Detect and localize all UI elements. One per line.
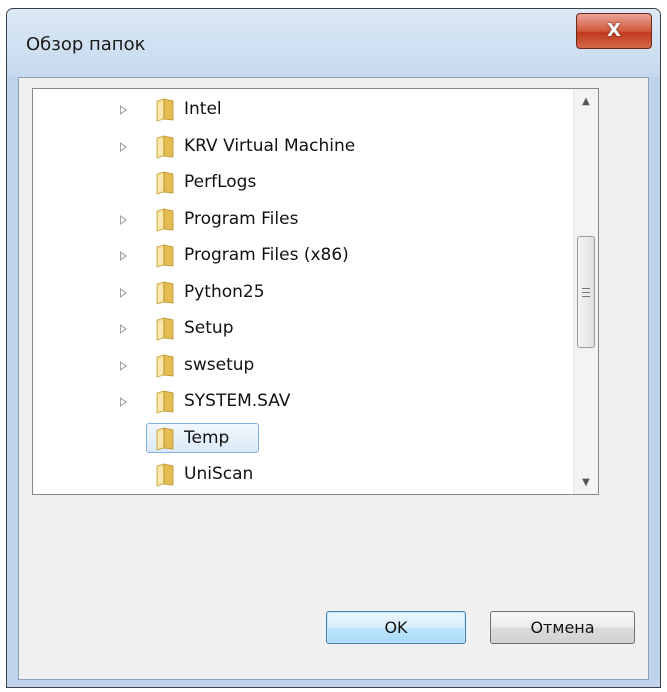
folder-icon	[156, 317, 174, 341]
tree-item[interactable]: SYSTEM.SAV	[33, 384, 573, 420]
tree-item[interactable]: Temp	[33, 421, 573, 457]
tree-item-label: Intel	[184, 99, 222, 119]
cancel-button[interactable]: Отмена	[490, 611, 635, 644]
close-icon: X	[607, 20, 621, 41]
tree-item[interactable]: UniScan	[33, 457, 573, 493]
expand-arrow-icon[interactable]	[120, 324, 127, 334]
tree-item-label: Temp	[184, 427, 230, 448]
folder-tree[interactable]: Intel KRV Virtual Machine PerfLogs Program …	[32, 88, 599, 495]
tree-item[interactable]: Setup	[33, 311, 573, 347]
scroll-down-arrow-icon[interactable]: ▼	[574, 470, 598, 494]
expand-arrow-icon[interactable]	[120, 214, 127, 225]
scroll-thumb[interactable]	[577, 236, 595, 348]
folder-icon	[156, 280, 174, 305]
folder-icon	[156, 98, 174, 122]
folder-icon	[156, 244, 174, 268]
tree-item-label: KRV Virtual Machine	[184, 135, 356, 156]
folder-icon	[156, 171, 174, 195]
tree-item-label: Program Files (x86)	[184, 245, 349, 265]
folder-icon	[156, 426, 174, 451]
grip-icon	[582, 287, 590, 297]
title-bar[interactable]: Обзор папок X	[7, 9, 660, 77]
tree-item-label: SYSTEM.SAV	[184, 391, 291, 411]
tree-item[interactable]: KRV Virtual Machine	[33, 129, 573, 165]
tree-item[interactable]: Program Files	[33, 202, 573, 238]
expand-arrow-icon[interactable]	[120, 251, 127, 261]
folder-icon	[156, 390, 174, 414]
tree-item[interactable]: Intel	[33, 92, 573, 128]
tree-item-label: Python25	[184, 281, 265, 302]
tree-item-label: UniScan	[184, 464, 254, 484]
tree-item[interactable]: PerfLogs	[33, 165, 573, 201]
folder-icon	[156, 207, 174, 232]
tree-item-label: Setup	[184, 318, 234, 338]
tree-item-label: swsetup	[184, 354, 255, 375]
close-button[interactable]: X	[576, 13, 652, 49]
expand-arrow-icon[interactable]	[120, 360, 127, 371]
tree-item-label: Program Files	[184, 208, 299, 229]
ok-button[interactable]: OK	[326, 611, 466, 644]
folder-icon	[156, 463, 174, 487]
expand-arrow-icon[interactable]	[120, 287, 127, 298]
tree-item-label: PerfLogs	[184, 172, 257, 192]
tree-item[interactable]: Program Files (x86)	[33, 238, 573, 274]
folder-icon	[156, 353, 174, 378]
scroll-up-arrow-icon[interactable]: ▲	[574, 89, 598, 113]
expand-arrow-icon[interactable]	[120, 105, 127, 115]
vertical-scrollbar[interactable]: ▲ ▼	[573, 89, 598, 494]
expand-arrow-icon[interactable]	[120, 141, 127, 152]
folder-icon	[156, 134, 174, 159]
dialog-title: Обзор папок	[26, 34, 146, 55]
tree-item[interactable]: swsetup	[33, 348, 573, 384]
expand-arrow-icon[interactable]	[120, 397, 127, 407]
tree-item[interactable]: Python25	[33, 275, 573, 311]
